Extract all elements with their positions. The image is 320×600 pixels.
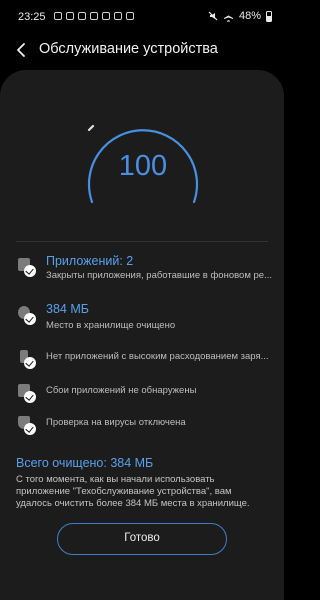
gallery-icon [78,12,86,20]
gauge-marker [87,124,95,132]
status-right: 48% [208,10,272,22]
page-title: Обслуживание устройства [39,41,218,57]
app-crash-check-icon [16,382,38,404]
notification-icons [54,12,134,20]
battery-check-icon [16,348,38,370]
list-item-background-apps: Приложений: 2 Закрыты приложения, работа… [16,254,272,286]
vk-icon [90,12,98,20]
item-title: 384 МБ [46,302,89,316]
score-value: 100 [118,150,168,182]
back-arrow-icon[interactable] [12,40,32,60]
airplane-icon [223,11,233,22]
battery-icon [266,10,272,22]
sms-icon [54,12,62,20]
mute-icon [208,11,218,21]
list-item-battery: Нет приложений с высоким расходованием з… [16,348,272,370]
done-button[interactable]: Готово [57,523,227,555]
shield-check-icon [16,414,38,436]
facebook-icon [66,12,74,20]
storage-check-icon [16,304,38,326]
twitter-icon [126,12,134,20]
list-item-virus-scan: Проверка на вирусы отключена [16,414,272,436]
list-item-storage: 384 МБ Место в хранилище очищено [16,302,272,334]
instagram-icon [102,12,110,20]
apps-check-icon [16,256,38,278]
battery-percent: 48% [238,10,261,22]
status-bar: 23:25 48% [0,0,284,36]
list-item-app-crashes: Сбои приложений не обнаружены [16,382,272,404]
summary-description: С того момента, как вы начали использова… [16,474,250,509]
item-subtitle: Проверка на вирусы отключена [46,417,186,428]
total-cleaned: Всего очищено: 384 МБ [16,456,154,470]
item-subtitle: Нет приложений с высоким расходованием з… [46,351,269,362]
item-title: Приложений: 2 [46,254,134,268]
item-subtitle: Сбои приложений не обнаружены [46,385,197,396]
item-subtitle: Закрыты приложения, работавшие в фоновом… [46,270,272,281]
item-subtitle: Место в хранилище очищено [46,320,176,331]
divider [16,241,268,242]
status-time: 23:25 [18,11,46,23]
header: Обслуживание устройства [0,36,284,66]
image-icon [114,12,122,20]
